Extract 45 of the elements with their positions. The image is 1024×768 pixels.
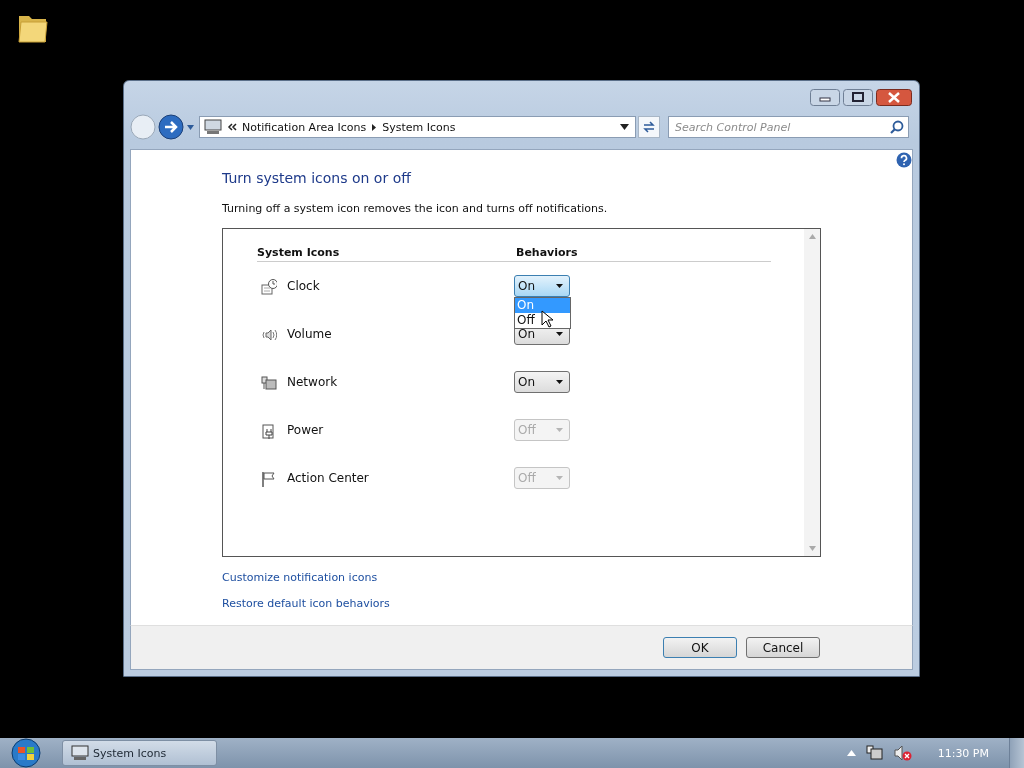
breadcrumb-item[interactable]: Notification Area Icons xyxy=(242,120,367,134)
link[interactable]: Restore default icon behaviors xyxy=(222,597,390,610)
close-button[interactable] xyxy=(876,88,912,106)
arrow-right-icon xyxy=(371,122,378,132)
dropdown[interactable]: On xyxy=(514,275,570,297)
cancel-button[interactable]: Cancel xyxy=(746,637,820,658)
column-header: System Icons xyxy=(257,246,341,259)
breadcrumb-item[interactable]: System Icons xyxy=(382,120,456,134)
show-hidden-icons-button[interactable] xyxy=(846,750,856,756)
search-icon[interactable] xyxy=(890,120,904,134)
help-icon[interactable] xyxy=(896,152,912,168)
address-bar[interactable]: Notification Area Icons System Icons xyxy=(199,116,636,138)
caret-icon[interactable] xyxy=(620,124,629,130)
dropdown[interactable]: On xyxy=(514,371,570,393)
flag-icon xyxy=(261,471,277,488)
network-icon[interactable] xyxy=(865,745,884,761)
item-name: Action Center xyxy=(287,471,369,485)
clock-icon xyxy=(261,279,277,296)
caret-icon xyxy=(556,380,563,384)
link[interactable]: Customize notification icons xyxy=(222,571,378,584)
item-name: Clock xyxy=(287,279,320,293)
refresh-button[interactable] xyxy=(638,116,660,138)
caret-icon xyxy=(556,428,563,432)
item-name: Power xyxy=(287,423,324,437)
description-text: Turning off a system icon removes the icon and turns off notifications. xyxy=(222,202,608,215)
column-header: Behaviors xyxy=(516,246,579,259)
maximize-button[interactable] xyxy=(843,88,873,106)
chevron-icon xyxy=(227,122,237,132)
page-heading: Turn system icons on or off xyxy=(222,170,411,186)
plug-icon xyxy=(261,423,277,440)
caret-icon xyxy=(556,332,563,336)
caret-icon xyxy=(556,284,563,288)
item-name: Volume xyxy=(287,327,332,341)
computer-icon xyxy=(204,119,222,135)
ok-button[interactable]: OK xyxy=(663,637,737,658)
computer-icon xyxy=(71,745,89,761)
item-name: Network xyxy=(287,375,338,389)
taskbar-button[interactable]: System Icons xyxy=(62,740,217,766)
muted-speaker-icon[interactable] xyxy=(893,745,912,761)
caret-icon xyxy=(556,476,563,480)
network-icon xyxy=(261,375,277,392)
recent-pages-icon[interactable] xyxy=(186,123,195,131)
search-field[interactable]: Search Control Panel xyxy=(668,116,909,138)
forward-button[interactable] xyxy=(158,114,184,140)
start-button[interactable] xyxy=(8,738,44,768)
